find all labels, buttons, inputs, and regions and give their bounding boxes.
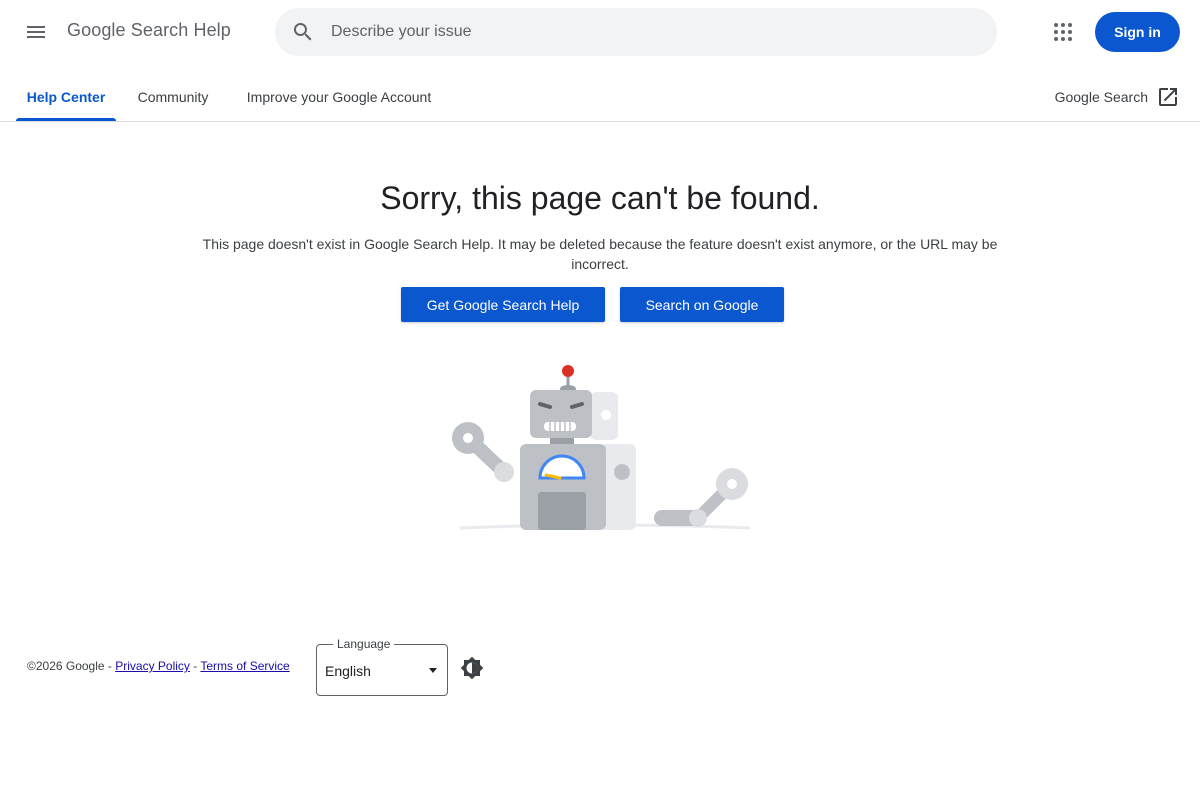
language-select[interactable]: Language English bbox=[316, 637, 448, 696]
search-icon[interactable] bbox=[291, 20, 315, 44]
nav-tabs: Help Center Community Improve your Googl… bbox=[0, 72, 1200, 122]
dropdown-arrow-icon bbox=[429, 668, 437, 673]
main-menu-button[interactable] bbox=[16, 12, 56, 52]
google-search-external-link[interactable]: Google Search bbox=[1055, 72, 1180, 121]
sign-in-button[interactable]: Sign in bbox=[1095, 12, 1180, 52]
tab-improve-google-account[interactable]: Improve your Google Account bbox=[234, 72, 444, 121]
search-box[interactable] bbox=[275, 8, 997, 56]
external-link-label: Google Search bbox=[1054, 88, 1148, 105]
robot-antenna-light bbox=[562, 365, 574, 377]
google-apps-button[interactable] bbox=[1043, 12, 1083, 52]
language-value[interactable]: English bbox=[325, 663, 371, 679]
language-label: Language bbox=[333, 637, 395, 651]
copyright: ©2026 Google - bbox=[27, 659, 116, 673]
search-input[interactable] bbox=[331, 8, 971, 56]
get-help-button[interactable]: Get Google Search Help bbox=[401, 287, 605, 322]
menu-icon bbox=[27, 26, 45, 38]
error-title: Sorry, this page can't be found. bbox=[380, 180, 820, 216]
search-on-google-button[interactable]: Search on Google bbox=[620, 287, 784, 322]
open-in-new-icon bbox=[1159, 87, 1177, 106]
apps-grid-icon bbox=[1054, 23, 1072, 41]
tab-community[interactable]: Community bbox=[128, 72, 218, 121]
tab-help-center[interactable]: Help Center bbox=[16, 72, 116, 121]
header: Google Search Help Sign in bbox=[0, 0, 1200, 64]
privacy-policy-link[interactable]: Privacy Policy bbox=[115, 659, 190, 673]
footer: ©2026 Google - Privacy Policy - Terms of… bbox=[27, 659, 290, 673]
brightness-icon[interactable] bbox=[460, 656, 484, 680]
terms-of-service-link[interactable]: Terms of Service bbox=[200, 659, 289, 673]
product-title[interactable]: Google Search Help bbox=[67, 20, 231, 41]
broken-robot-illustration bbox=[452, 365, 751, 530]
error-description: This page doesn't exist in Google Search… bbox=[202, 236, 998, 272]
